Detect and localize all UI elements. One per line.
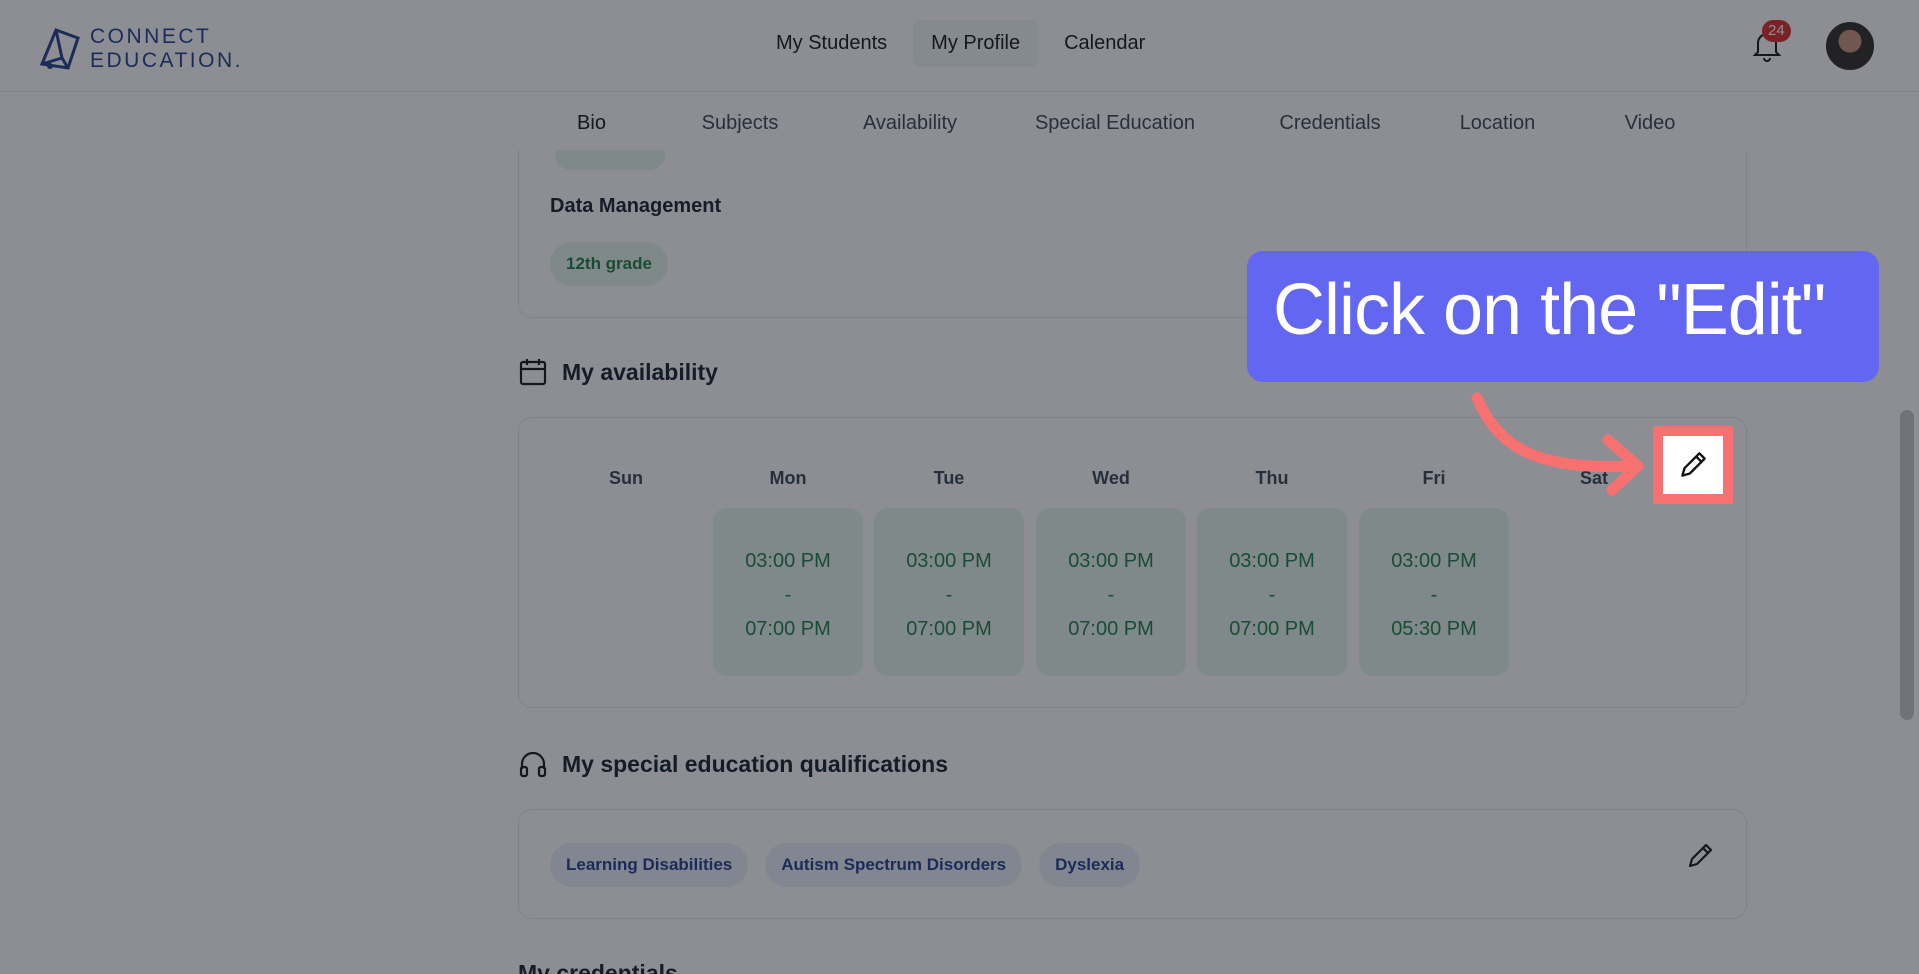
brand-logo[interactable]: CONNECT EDUCATION. xyxy=(38,24,243,74)
subject-label: Data Management xyxy=(550,195,722,217)
availability-title: My availability xyxy=(562,358,718,385)
user-avatar[interactable] xyxy=(1824,20,1876,72)
tab-location[interactable]: Location xyxy=(1420,92,1575,156)
slot-end: 07:00 PM xyxy=(906,618,992,640)
slot-separator: - xyxy=(1107,584,1115,606)
slot-tue: 03:00 PM - 07:00 PM xyxy=(874,508,1024,676)
day-mon: Mon xyxy=(769,468,807,488)
main-nav: My Students My Profile Calendar xyxy=(758,20,1163,67)
slot-start: 03:00 PM xyxy=(1229,550,1315,572)
tutorial-arrow-icon xyxy=(1471,392,1644,496)
nav-my-profile[interactable]: My Profile xyxy=(913,20,1039,67)
connect-education-logo-icon xyxy=(39,28,80,70)
credentials-title: My credentials xyxy=(518,960,678,974)
slot-wed: 03:00 PM - 07:00 PM xyxy=(1036,508,1186,676)
availability-heading: My availability xyxy=(518,357,718,387)
tab-video[interactable]: Video xyxy=(1575,92,1725,156)
notification-badge: 24 xyxy=(1762,20,1791,42)
slot-separator: - xyxy=(784,584,792,606)
slot-start: 03:00 PM xyxy=(906,550,992,572)
slot-start: 03:00 PM xyxy=(1391,550,1477,572)
qualification-chip: Dyslexia xyxy=(1039,843,1141,887)
slot-thu: 03:00 PM - 07:00 PM xyxy=(1197,508,1347,676)
day-tue: Tue xyxy=(933,468,965,488)
top-header: CONNECT EDUCATION. My Students My Profil… xyxy=(0,0,1919,92)
tutorial-callout: Click on the "Edit" xyxy=(1247,251,1879,382)
headphones-icon xyxy=(519,751,547,778)
qualification-chip: Learning Disabilities xyxy=(550,843,749,887)
calendar-icon xyxy=(519,359,547,386)
day-wed: Wed xyxy=(1092,468,1130,488)
profile-tabs: Bio Subjects Availability Special Educat… xyxy=(533,92,1747,156)
availability-edit-button[interactable] xyxy=(1653,426,1733,504)
grade-chip: 12th grade xyxy=(550,242,668,286)
grade-chip-partial xyxy=(555,150,665,170)
nav-calendar[interactable]: Calendar xyxy=(1046,20,1163,67)
pencil-icon[interactable] xyxy=(1684,840,1716,872)
tab-special-education[interactable]: Special Education xyxy=(990,92,1240,156)
day-thu: Thu xyxy=(1255,468,1289,488)
slot-separator: - xyxy=(1268,584,1276,606)
tab-bio[interactable]: Bio xyxy=(533,92,650,156)
slot-fri: 03:00 PM - 05:30 PM xyxy=(1359,508,1509,676)
slot-separator: - xyxy=(1430,584,1438,606)
pencil-icon xyxy=(1681,452,1706,477)
slot-end: 05:30 PM xyxy=(1391,618,1477,640)
tab-subjects[interactable]: Subjects xyxy=(650,92,830,156)
slot-mon: 03:00 PM - 07:00 PM xyxy=(713,508,863,676)
special-education-heading: My special education qualifications xyxy=(518,749,948,779)
tab-availability[interactable]: Availability xyxy=(830,92,990,156)
tab-credentials[interactable]: Credentials xyxy=(1240,92,1420,156)
brand-name: CONNECT EDUCATION. xyxy=(90,25,243,73)
slot-start: 03:00 PM xyxy=(1068,550,1154,572)
qualification-chip: Autism Spectrum Disorders xyxy=(765,843,1023,887)
slot-end: 07:00 PM xyxy=(745,618,831,640)
brand-name-line1: CONNECT xyxy=(90,25,212,48)
page-scrollbar[interactable] xyxy=(1900,410,1914,720)
brand-name-line2: EDUCATION. xyxy=(90,49,243,72)
nav-my-students[interactable]: My Students xyxy=(758,20,905,67)
day-sun: Sun xyxy=(609,468,643,488)
special-education-title: My special education qualifications xyxy=(562,750,948,777)
slot-end: 07:00 PM xyxy=(1068,618,1154,640)
slot-end: 07:00 PM xyxy=(1229,618,1315,640)
special-education-card: Learning Disabilities Autism Spectrum Di… xyxy=(518,809,1747,919)
slot-separator: - xyxy=(945,584,953,606)
slot-start: 03:00 PM xyxy=(745,550,831,572)
